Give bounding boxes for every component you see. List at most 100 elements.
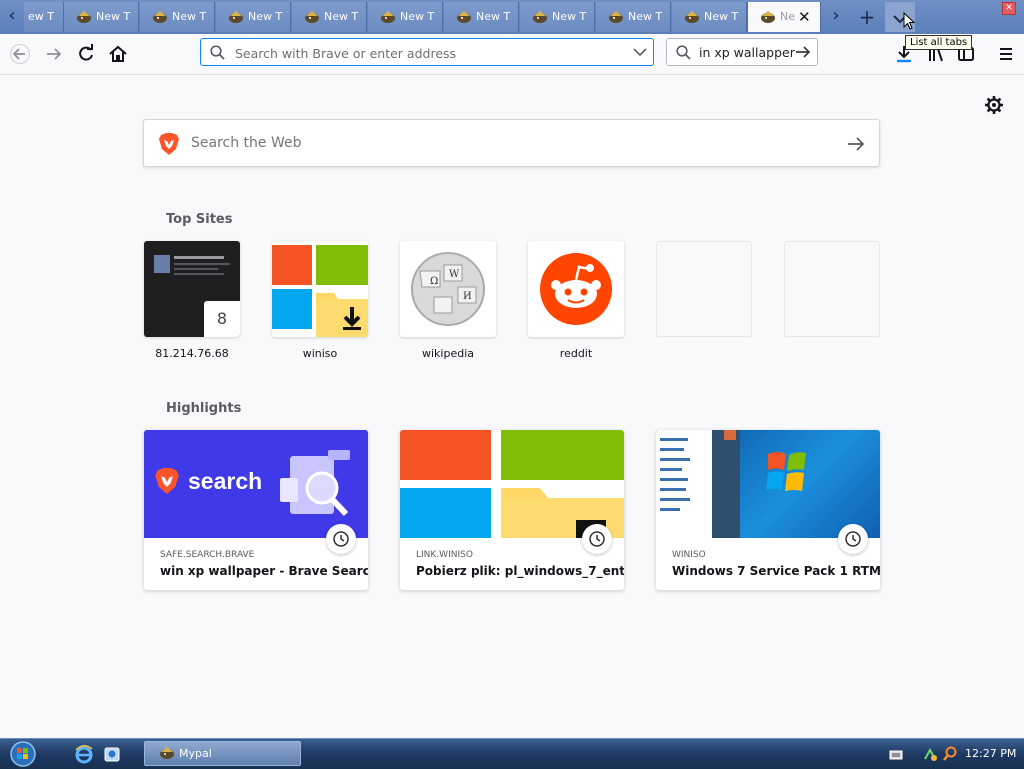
network-tray-icon[interactable]	[922, 746, 938, 762]
site-thumbnail: 8	[144, 241, 240, 337]
back-button[interactable]	[4, 38, 36, 70]
scroll-tabs-right-button[interactable]: ›	[824, 0, 848, 34]
tab[interactable]: New T	[64, 2, 139, 32]
svg-text:Ω: Ω	[430, 276, 438, 287]
tab[interactable]: New T	[444, 2, 519, 32]
reddit-logo-icon	[540, 253, 612, 325]
highlight-card[interactable]: LINK.WINISO Pobierz plik: pl_windows_7_e…	[400, 430, 624, 590]
site-thumbnail	[528, 241, 624, 337]
highlight-title: Pobierz plik: pl_windows_7_ente...	[416, 564, 624, 578]
tab[interactable]: ew T	[24, 2, 64, 32]
home-icon	[109, 45, 127, 62]
chevron-down-icon[interactable]	[633, 48, 647, 57]
file-explorer-icon[interactable]	[102, 744, 122, 764]
site-label: wikipedia	[421, 347, 474, 360]
address-input[interactable]	[233, 42, 627, 64]
scroll-tabs-left-button[interactable]: ‹	[0, 0, 24, 34]
close-tab-icon[interactable]: ✕	[798, 2, 811, 32]
tab[interactable]: New T	[216, 2, 291, 32]
windows-7-start-menu-image	[656, 430, 806, 538]
svg-text:W: W	[449, 269, 460, 280]
search-bar-text: in xp wallapper	[699, 45, 795, 60]
mouse-cursor-icon	[903, 12, 915, 30]
highlight-card[interactable]: search SAFE.SEARCH.BRAVE win xp wallpape…	[144, 430, 368, 590]
site-label: reddit	[559, 347, 593, 360]
empty-top-site-slot[interactable]	[784, 241, 880, 337]
reload-button[interactable]	[70, 38, 102, 70]
clock-icon	[326, 524, 356, 554]
tab-label: New T	[400, 10, 435, 23]
highlights-heading: Highlights	[166, 401, 242, 416]
highlight-source: LINK.WINISO	[416, 550, 473, 560]
tab[interactable]: New T	[596, 2, 671, 32]
search-illustration	[280, 450, 350, 517]
windows-taskbar: Mypal 12:27 PM	[0, 738, 1024, 769]
search-bar[interactable]: in xp wallapper	[666, 38, 818, 66]
tab-label: New T	[248, 10, 283, 23]
forward-arrow-icon	[47, 48, 62, 60]
reload-icon	[79, 44, 93, 61]
mypal-tab-icon	[381, 11, 395, 23]
menu-button[interactable]	[990, 38, 1022, 70]
mypal-tab-icon	[457, 11, 471, 23]
taskbar-task-label: Mypal	[179, 747, 212, 760]
web-search-placeholder: Search the Web	[191, 135, 302, 151]
top-site-tile[interactable]: 8 81.214.76.68	[144, 241, 240, 360]
web-search-box[interactable]: Search the Web	[143, 119, 880, 167]
top-sites-heading: Top Sites	[166, 212, 233, 227]
search-submit-arrow-icon[interactable]	[847, 136, 865, 152]
tab-label: New T	[172, 10, 207, 23]
tab[interactable]: New T	[292, 2, 367, 32]
forward-button[interactable]	[38, 38, 70, 70]
top-site-tile[interactable]: reddit	[528, 241, 624, 360]
windows-folder-image	[400, 430, 624, 538]
mypal-tab-icon	[229, 11, 243, 23]
new-tab-page: Search the Web Top Sites 8 81.214.76.68	[0, 75, 1024, 738]
search-icon	[676, 45, 691, 60]
system-clock[interactable]: 12:27 PM	[965, 747, 1016, 760]
brave-search-wordmark: search	[188, 468, 263, 494]
site-badge: 8	[204, 301, 240, 337]
home-button[interactable]	[102, 38, 134, 70]
top-site-tile[interactable]: winiso	[272, 241, 368, 360]
taskbar-mypal-button[interactable]: Mypal	[144, 741, 301, 766]
back-arrow-icon	[10, 44, 30, 64]
tab[interactable]: New T	[672, 2, 747, 32]
tab[interactable]: New T	[520, 2, 595, 32]
address-bar[interactable]	[200, 38, 654, 66]
highlight-image	[656, 430, 880, 538]
mypal-app-icon	[160, 747, 174, 759]
start-button[interactable]	[8, 740, 38, 768]
brave-logo-icon	[155, 468, 179, 494]
site-thumbnail	[272, 241, 368, 337]
go-arrow-icon[interactable]	[795, 45, 811, 59]
tooltip: List all tabs	[905, 35, 973, 50]
gear-icon[interactable]	[984, 95, 1004, 115]
empty-top-site-slot[interactable]	[656, 241, 752, 337]
wikipedia-globe-icon: Ω W И	[411, 252, 485, 326]
top-site-tile[interactable]: Ω W И wikipedia	[400, 241, 496, 360]
search-icon	[210, 45, 225, 60]
navigation-toolbar: in xp wallapper	[0, 34, 1024, 75]
tab-strip: ‹ ew T New T New T New T New T New T New…	[0, 0, 1024, 34]
tab-active[interactable]: Ne ✕	[747, 2, 821, 32]
search-tray-icon[interactable]	[942, 746, 958, 762]
empty-thumbnail	[784, 241, 880, 337]
window-close-button[interactable]: ✕	[1002, 2, 1016, 15]
site-thumbnail: Ω W И	[400, 241, 496, 337]
highlight-title: Windows 7 Service Pack 1 RTM ...	[672, 564, 880, 578]
new-tab-button[interactable]: +	[852, 2, 882, 32]
hamburger-menu-icon	[1000, 48, 1012, 60]
empty-thumbnail	[656, 241, 752, 337]
highlight-card[interactable]: WINISO Windows 7 Service Pack 1 RTM ...	[656, 430, 880, 590]
mypal-tab-icon	[609, 11, 623, 23]
tab-label: New T	[96, 10, 131, 23]
tab[interactable]: New T	[368, 2, 443, 32]
keyboard-tray-icon[interactable]	[888, 746, 904, 762]
highlight-image: search	[144, 430, 368, 538]
internet-explorer-icon[interactable]	[74, 744, 94, 764]
mypal-tab-icon	[685, 11, 699, 23]
tab[interactable]: New T	[140, 2, 215, 32]
tab-label: Ne	[780, 10, 795, 23]
mypal-tab-icon	[153, 11, 167, 23]
